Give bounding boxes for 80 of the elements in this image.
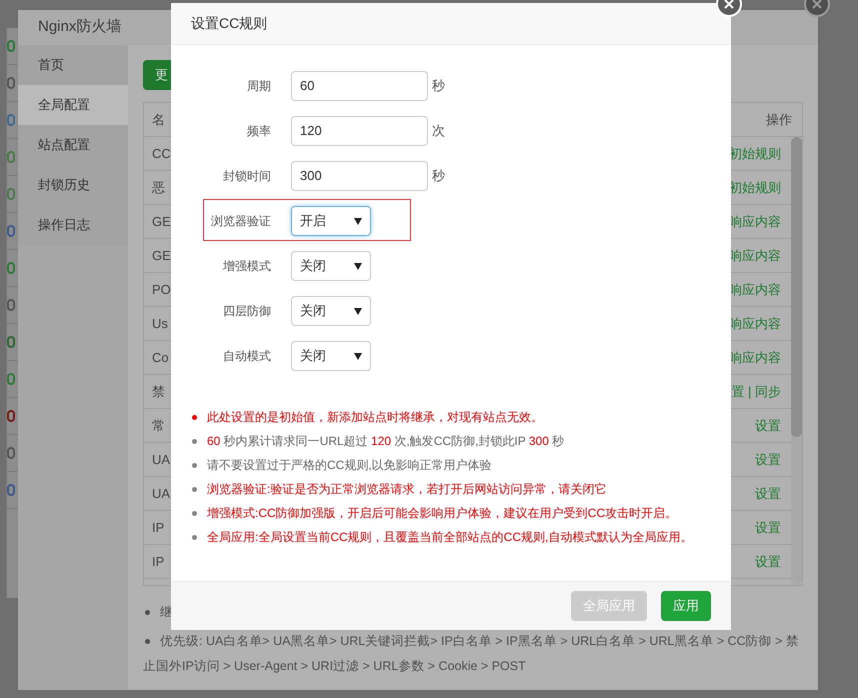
table-cell-text: PO [151,280,171,299]
bullet-icon [192,462,197,468]
footnote: 优先级: UA白名单> UA黑名单> URL关键词拦截> IP白名单 > IP黑名单 > URL白名单 > URL黑名单 > CC防御 > 禁止国外IP访问 > User-Agent > URI过滤 > URL参数 > Cookie > POST [143,633,800,675]
caret-icon [354,352,362,360]
app-icon[interactable] [7,484,15,496]
select-field[interactable]: 关闭 [291,296,371,326]
select-field[interactable]: 开启 [291,206,371,236]
bullet-icon [192,438,197,444]
note-text: 增强模式:CC防御加强版，开启后可能会影响用户体验，建议在用户受到CC攻击时开启。 [207,505,677,522]
table-cell-text: 禁 [151,382,165,401]
bullet-icon [192,510,197,516]
app-icon[interactable] [7,373,15,385]
app-icon[interactable] [7,77,15,89]
scrollbar[interactable] [791,137,802,585]
action-link[interactable]: 设置 [755,416,781,436]
field-label: 增强模式 [222,258,271,275]
input-field[interactable]: 120 [291,116,428,146]
table-cell-text: CC [151,144,171,163]
dialog-button[interactable]: 应用 [661,591,711,621]
bullet-icon [192,486,197,492]
select-field[interactable]: 关闭 [291,341,371,371]
sidebar-item[interactable]: 操作日志 [18,205,128,245]
table-cell-text: IP [151,518,164,537]
app-icon[interactable] [7,188,15,200]
bullet-icon [192,414,197,420]
table-cell-text: Us [151,314,168,333]
sidebar-item[interactable]: 站点配置 [18,125,128,165]
app-icon[interactable] [7,151,15,163]
unit-label: 秒 [432,167,445,186]
table-cell-text: IP [151,552,164,571]
app-icon[interactable] [7,262,15,274]
field-label: 四层防御 [222,303,271,320]
sidebar-item[interactable]: 首页 [18,45,128,85]
window-title: Nginx防火墙 [38,17,122,38]
scrollbar-thumb[interactable] [791,137,802,437]
app-icon[interactable] [7,299,15,311]
action-link[interactable]: 设置 [755,518,781,538]
unit-label: 秒 [432,77,445,96]
column-header: 名 [151,110,165,129]
field-label: 封锁时间 [222,168,271,185]
select-field[interactable]: 关闭 [291,251,371,281]
table-cell-text: 常 [151,416,165,435]
column-header: 操作 [766,110,792,129]
field-label: 浏览器验证 [210,213,271,230]
note-text: 请不要设置过于严格的CC规则,以免影响正常用户体验 [207,457,492,474]
app-icon[interactable] [7,410,15,422]
note-text: 全局应用:全局设置当前CC规则，且覆盖当前全部站点的CC规则,自动模式默认为全局应用。 [207,529,692,546]
table-cell-text: Co [151,348,169,367]
note-text: 60 秒内累计请求同一URL超过 120 次,触发CC防御,封锁此IP 300 秒 [207,433,564,450]
action-link[interactable]: 置 | 同步 [731,382,781,402]
bullet-icon [192,534,197,540]
app-icon[interactable] [7,40,15,52]
input-field[interactable]: 60 [291,71,428,101]
action-link[interactable]: 初始规则 [729,144,781,164]
field-label: 自动模式 [222,348,271,365]
unit-label: 次 [432,122,445,140]
action-link[interactable]: 设置 [755,450,781,470]
note-text: 此处设置的是初始值，新添加站点时将继承，对现有站点无效。 [207,409,543,426]
table-cell-text: GE [151,212,171,231]
action-link[interactable]: 设置 [755,552,781,572]
table-cell-text: UA [151,484,170,503]
input-field[interactable]: 300 [291,161,428,191]
action-link[interactable]: 初始规则 [729,178,781,198]
dialog-title: 设置CC规则 [191,14,268,33]
app-icon[interactable] [7,447,15,459]
field-label: 频率 [246,123,271,140]
note-text: 浏览器验证:验证是否为正常浏览器请求，若打开后网站访问异常，请关闭它 [207,481,606,498]
caret-icon [354,308,362,314]
sidebar-item[interactable]: 封锁历史 [18,165,128,205]
app-icon[interactable] [7,225,15,237]
table-cell-text: GE [151,246,171,265]
table-cell-text: 恶 [151,178,165,197]
sidebar-item[interactable]: 全局配置 [18,85,128,125]
app-icon[interactable] [7,114,15,126]
caret-icon [354,262,362,270]
caret-icon [354,218,362,224]
action-link[interactable]: 设置 [755,484,781,504]
table-cell-text: UA [151,450,170,469]
app-icon[interactable] [7,336,15,348]
field-label: 周期 [246,78,271,95]
